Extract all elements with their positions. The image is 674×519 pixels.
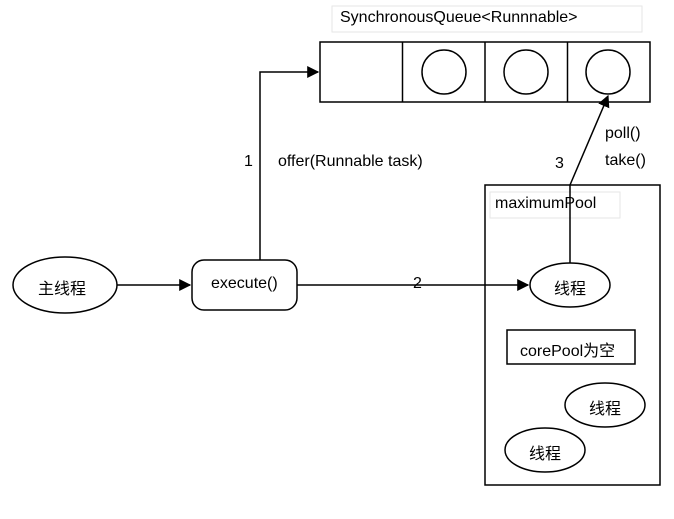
thread-right-label: 线程: [589, 395, 621, 419]
queue-item-icon: [586, 50, 630, 94]
edge-1-number: 1: [244, 153, 253, 171]
thread-center-label: 线程: [554, 275, 586, 299]
edge-3-upper: [570, 96, 608, 185]
queue-item-icon: [504, 50, 548, 94]
edge-3-number: 3: [555, 155, 564, 173]
diagram-svg: [0, 0, 674, 519]
core-pool-label: corePool为空: [520, 337, 615, 361]
execute-label: execute(): [211, 275, 278, 293]
queue-title: SynchronousQueue<Runnnable>: [340, 9, 578, 27]
maximum-pool-box: [485, 185, 660, 485]
edge-2-number: 2: [413, 275, 422, 293]
edge-3-label-take: take(): [605, 152, 646, 170]
queue-item-icon: [422, 50, 466, 94]
edge-1-label: offer(Runnable task): [278, 153, 423, 171]
maximum-pool-label: maximumPool: [495, 195, 596, 213]
diagram-stage: SynchronousQueue<Runnnable> 主线程 execute(…: [0, 0, 674, 519]
queue-box: [320, 42, 650, 102]
edge-3-label-poll: poll(): [605, 125, 641, 143]
main-thread-label: 主线程: [38, 275, 86, 299]
thread-bottom-label: 线程: [529, 440, 561, 464]
